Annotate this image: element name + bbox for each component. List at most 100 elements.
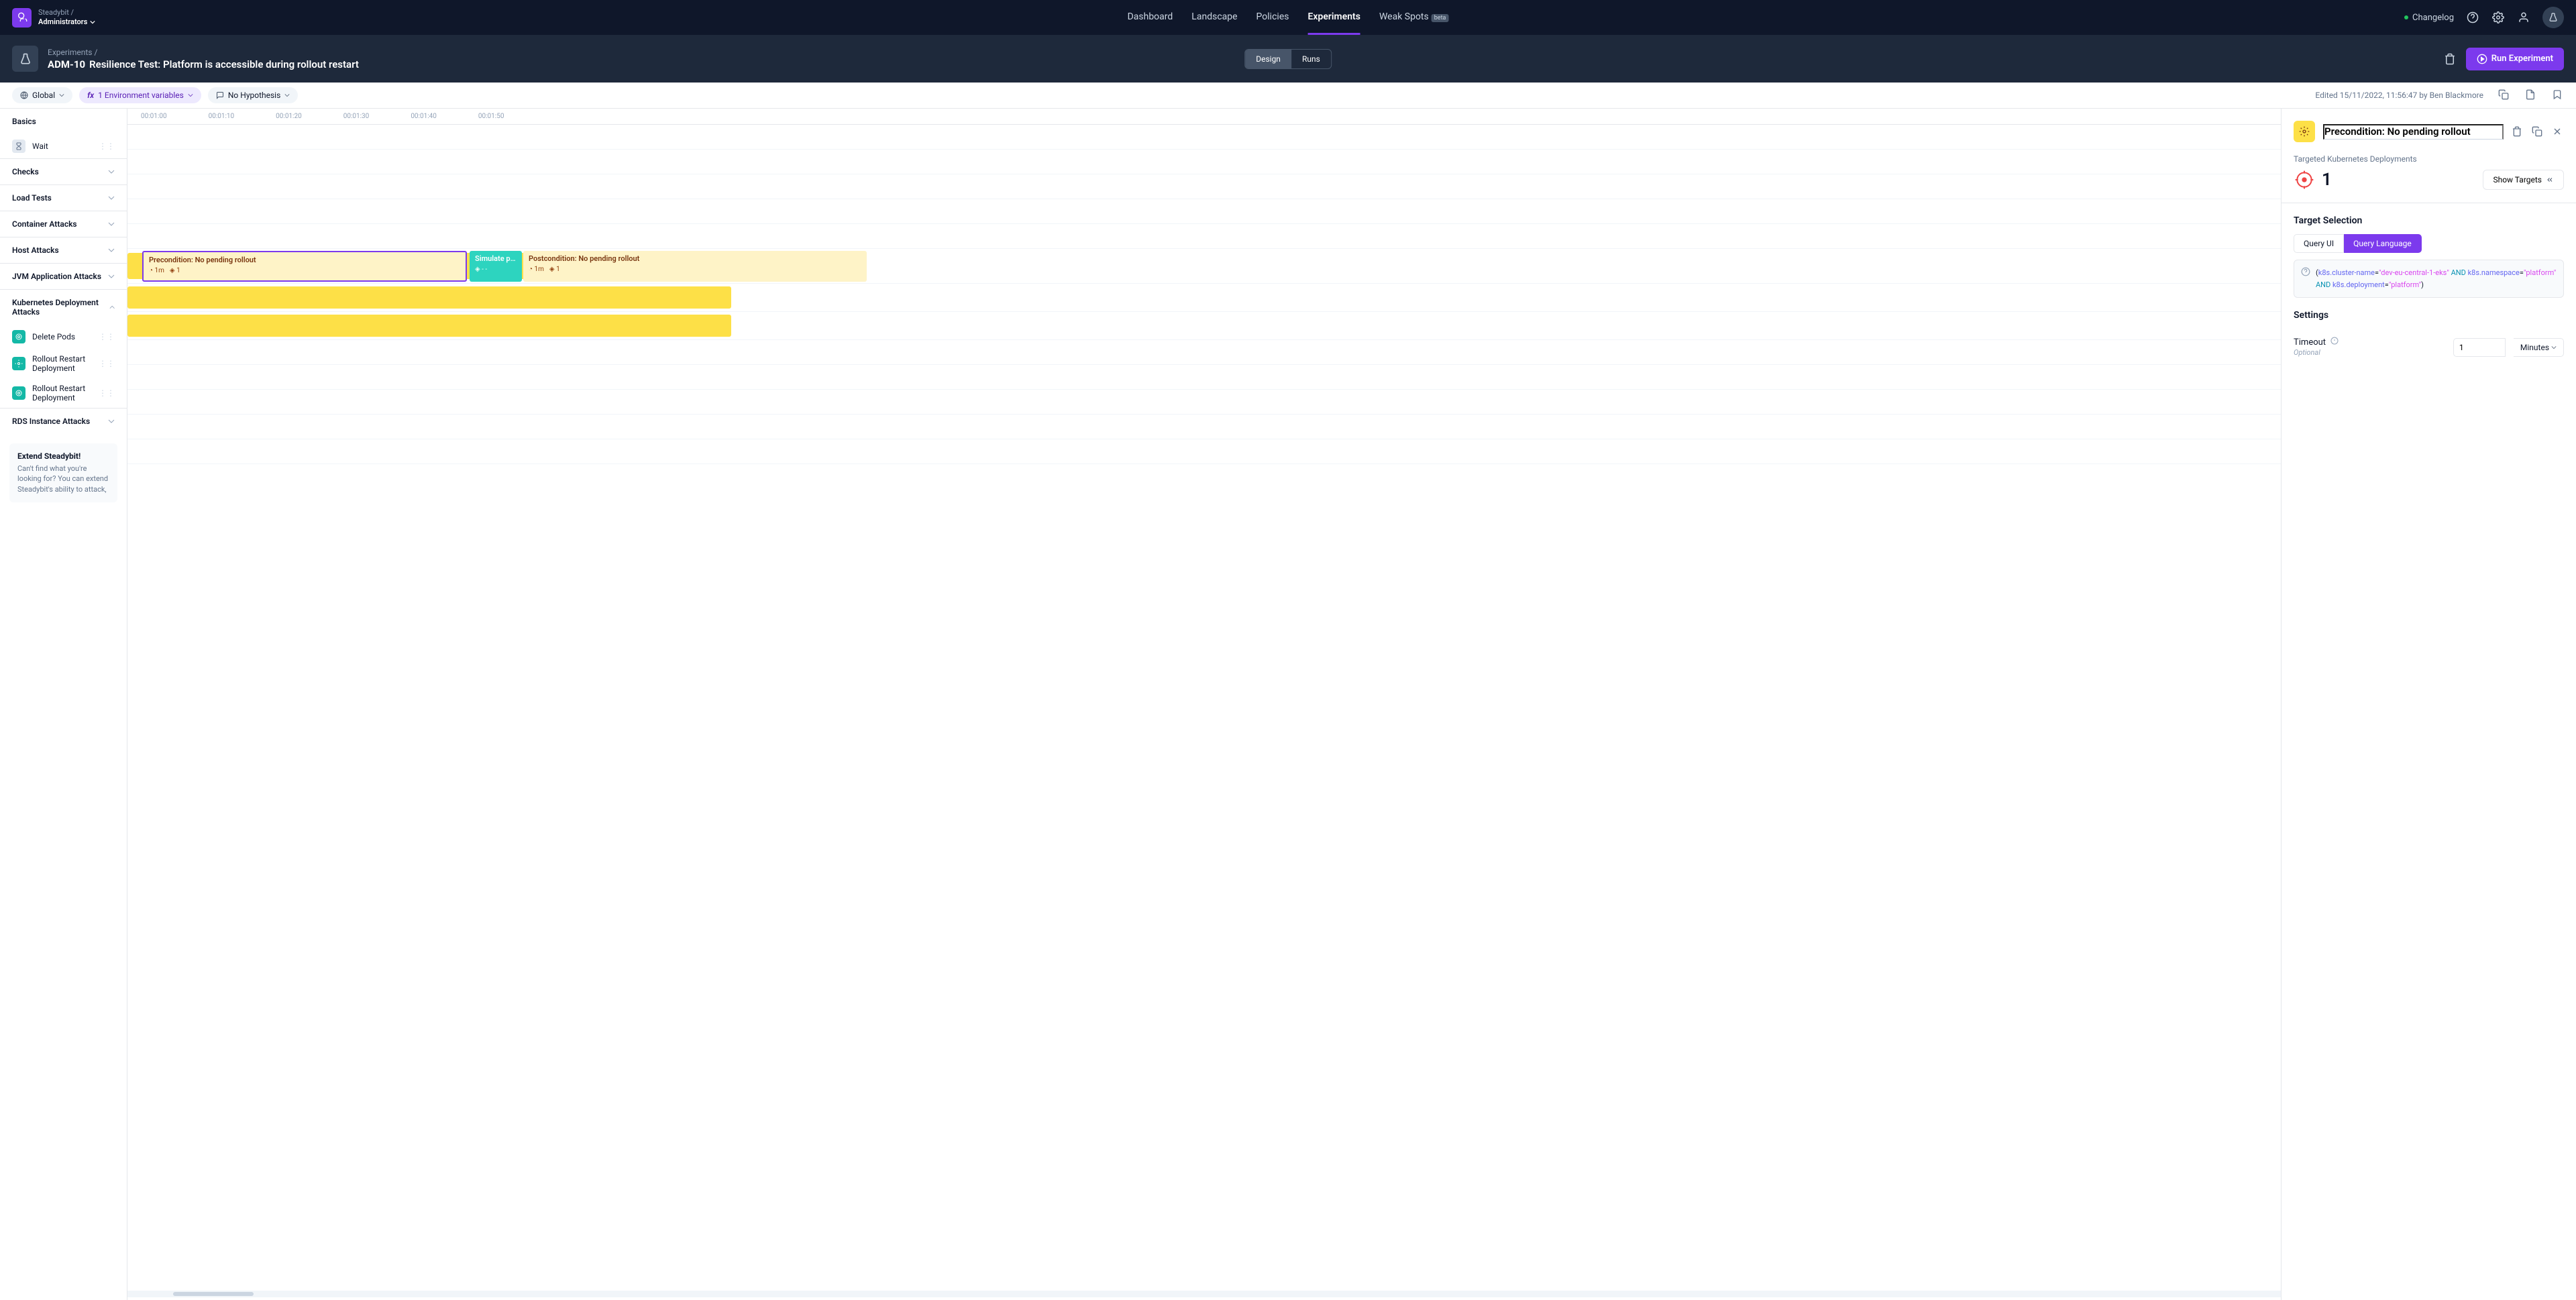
group-host[interactable]: Host Attacks xyxy=(0,237,127,263)
timeline-lane[interactable] xyxy=(127,150,2281,174)
chevron-down-icon xyxy=(108,221,115,227)
chevron-down-icon xyxy=(108,247,115,254)
help-icon[interactable] xyxy=(2330,337,2339,347)
timeline-lane[interactable]: Precondition: No pending rollout ◔ 1m◈ 1… xyxy=(127,249,2281,284)
target-icon: ◈ - - xyxy=(475,266,487,273)
targeted-label: Targeted Kubernetes Deployments xyxy=(2294,154,2564,164)
org-selector[interactable]: Administrators xyxy=(38,17,95,27)
timeline-canvas[interactable]: 00:01:00 00:01:10 00:01:20 00:01:30 00:0… xyxy=(127,109,2281,1300)
block-precondition[interactable]: Precondition: No pending rollout ◔ 1m◈ 1 xyxy=(142,251,467,282)
flask-icon xyxy=(12,46,38,72)
timeline-lane[interactable] xyxy=(127,224,2281,249)
extend-promo: Extend Steadybit! Can't find what you're… xyxy=(9,443,117,502)
query-editor[interactable]: (k8s.cluster-name="dev-eu-central-1-eks"… xyxy=(2294,260,2564,298)
close-icon[interactable] xyxy=(2552,126,2564,137)
group-container[interactable]: Container Attacks xyxy=(0,211,127,237)
group-k8s[interactable]: Kubernetes Deployment Attacks xyxy=(0,290,127,325)
chevron-down-icon xyxy=(284,93,290,98)
timeline-lane[interactable] xyxy=(127,174,2281,199)
run-experiment-button[interactable]: Run Experiment xyxy=(2466,48,2564,70)
group-checks[interactable]: Checks xyxy=(0,159,127,184)
band xyxy=(127,286,731,309)
chevron-down-icon xyxy=(108,168,115,175)
nav-policies[interactable]: Policies xyxy=(1256,1,1289,35)
target-icon: ◈ 1 xyxy=(549,266,560,273)
settings-heading: Settings xyxy=(2294,310,2564,321)
chevrons-left-icon xyxy=(2546,176,2554,184)
tab-query-ui[interactable]: Query UI xyxy=(2294,234,2344,253)
horizontal-scrollbar[interactable] xyxy=(127,1291,2281,1297)
chevron-down-icon xyxy=(90,19,95,25)
timeline-lane[interactable] xyxy=(127,439,2281,464)
group-loadtests[interactable]: Load Tests xyxy=(0,185,127,211)
nav-landscape[interactable]: Landscape xyxy=(1191,1,1237,35)
timeline-lane[interactable] xyxy=(127,340,2281,365)
band xyxy=(127,315,731,337)
app-logo xyxy=(12,8,32,28)
group-jvm[interactable]: JVM Application Attacks xyxy=(0,264,127,289)
tab-query-language[interactable]: Query Language xyxy=(2344,234,2422,253)
copy-icon[interactable] xyxy=(2532,126,2544,137)
help-icon[interactable] xyxy=(2301,267,2310,290)
block-simulate[interactable]: Simulate platf ◈ - - xyxy=(470,251,522,282)
timeline-lane[interactable] xyxy=(127,390,2281,415)
hourglass-icon xyxy=(12,140,25,153)
help-icon[interactable] xyxy=(2466,11,2479,24)
gear-icon[interactable] xyxy=(2491,11,2505,24)
fx-icon: fx xyxy=(87,91,94,100)
target-selection-heading: Target Selection xyxy=(2294,215,2564,226)
copy-icon[interactable] xyxy=(2498,89,2510,101)
timeline-lane[interactable] xyxy=(127,284,2281,312)
bookmark-icon[interactable] xyxy=(2552,89,2564,101)
drag-icon[interactable]: ⋮⋮ xyxy=(99,388,115,398)
hypothesis-pill[interactable]: No Hypothesis xyxy=(208,87,298,103)
scrollbar-thumb[interactable] xyxy=(173,1292,254,1296)
timeline-lane[interactable] xyxy=(127,125,2281,150)
nav-experiments[interactable]: Experiments xyxy=(1307,1,1360,35)
timeout-input[interactable] xyxy=(2453,338,2506,357)
drag-icon[interactable]: ⋮⋮ xyxy=(99,332,115,341)
timeline-lane[interactable] xyxy=(127,199,2281,224)
scope-selector[interactable]: Global xyxy=(12,87,72,103)
trash-icon[interactable] xyxy=(2443,52,2457,66)
timeout-label: Timeout xyxy=(2294,337,2326,347)
block-postcondition[interactable]: Postcondition: No pending rollout ◔ 1m◈ … xyxy=(523,251,867,282)
drag-icon[interactable]: ⋮⋮ xyxy=(99,359,115,368)
user-icon[interactable] xyxy=(2517,11,2530,24)
sidebar-item-delete-pods[interactable]: Delete Pods⋮⋮ xyxy=(0,325,127,349)
chevron-down-icon xyxy=(108,273,115,280)
chevron-down-icon xyxy=(188,93,193,98)
nav-weakspots[interactable]: Weak Spotsbeta xyxy=(1379,1,1448,35)
avatar[interactable] xyxy=(2542,7,2564,28)
sidebar-item-rollout-restart[interactable]: Rollout Restart Deployment⋮⋮ xyxy=(0,349,127,378)
trash-icon[interactable] xyxy=(2512,126,2524,137)
tab-design[interactable]: Design xyxy=(1245,50,1291,68)
details-panel: Targeted Kubernetes Deployments 1 Show T… xyxy=(2281,109,2576,1300)
target-icon: ◈ 1 xyxy=(170,267,180,274)
time-ruler: 00:01:00 00:01:10 00:01:20 00:01:30 00:0… xyxy=(127,109,2281,125)
tab-runs[interactable]: Runs xyxy=(1291,50,1331,68)
sidebar: Basics Wait ⋮⋮ Checks Load Tests Contain… xyxy=(0,109,127,1300)
timeline-lane[interactable] xyxy=(127,312,2281,340)
group-rds[interactable]: RDS Instance Attacks xyxy=(0,409,127,434)
gear-icon xyxy=(2294,121,2315,142)
breadcrumb[interactable]: Experiments / xyxy=(48,48,359,57)
globe-icon xyxy=(20,91,28,99)
step-title-input[interactable] xyxy=(2323,124,2504,140)
chat-icon xyxy=(216,91,224,99)
drag-icon[interactable]: ⋮⋮ xyxy=(99,142,115,151)
document-icon[interactable] xyxy=(2525,89,2537,101)
timeout-unit-select[interactable]: Minutes xyxy=(2514,338,2564,357)
sidebar-item-rollout-restart-2[interactable]: Rollout Restart Deployment⋮⋮ xyxy=(0,378,127,408)
clock-icon: ◔ 1m xyxy=(529,266,544,273)
org-breadcrumb: Steadybit / xyxy=(38,8,95,17)
timeline-lane[interactable] xyxy=(127,365,2281,390)
env-vars-pill[interactable]: fx1 Environment variables xyxy=(79,87,201,103)
play-icon xyxy=(2477,54,2487,64)
changelog-link[interactable]: Changelog xyxy=(2404,13,2454,23)
sidebar-item-wait[interactable]: Wait ⋮⋮ xyxy=(0,134,127,158)
show-targets-button[interactable]: Show Targets xyxy=(2483,170,2564,190)
timeline-lane[interactable] xyxy=(127,415,2281,439)
nav-dashboard[interactable]: Dashboard xyxy=(1128,1,1173,35)
target-icon xyxy=(12,330,25,343)
